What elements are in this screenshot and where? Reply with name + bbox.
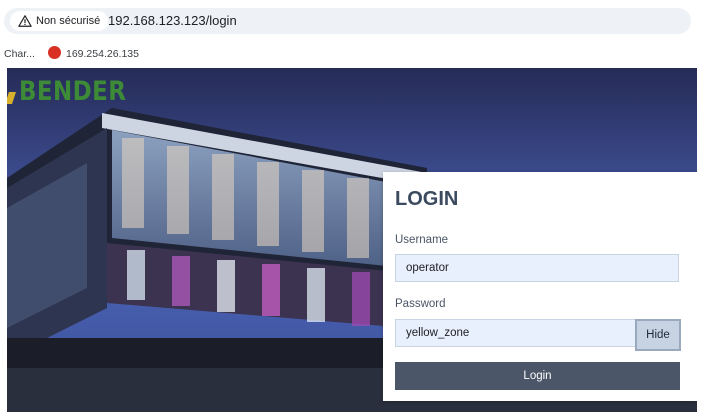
password-label: Password	[395, 298, 446, 310]
brand-logo: BENDER	[19, 76, 127, 107]
bookmark-item[interactable]: 169.254.26.135	[66, 48, 139, 60]
url-text[interactable]: 192.168.123.123/login	[108, 13, 237, 28]
username-label: Username	[395, 234, 449, 246]
hide-password-button[interactable]: Hide	[635, 319, 681, 351]
warning-triangle-icon	[18, 15, 32, 27]
address-bar: Non sécurisé 192.168.123.123/login	[0, 0, 705, 40]
username-input[interactable]: operator	[395, 254, 679, 282]
login-button[interactable]: Login	[395, 362, 680, 390]
bookmarks-bar: Char... 169.254.26.135	[0, 40, 705, 66]
security-label: Non sécurisé	[36, 15, 101, 27]
login-page: BENDER LOGIN Username operator Password …	[7, 68, 697, 412]
password-input[interactable]: yellow_zone	[395, 319, 641, 347]
login-title: LOGIN	[395, 188, 459, 210]
power-icon	[48, 46, 61, 59]
security-indicator[interactable]: Non sécurisé	[10, 11, 109, 31]
bookmark-item[interactable]: Char...	[4, 48, 35, 60]
url-omnibox[interactable]: Non sécurisé 192.168.123.123/login	[4, 8, 691, 34]
login-card: LOGIN Username operator Password yellow_…	[383, 172, 697, 401]
